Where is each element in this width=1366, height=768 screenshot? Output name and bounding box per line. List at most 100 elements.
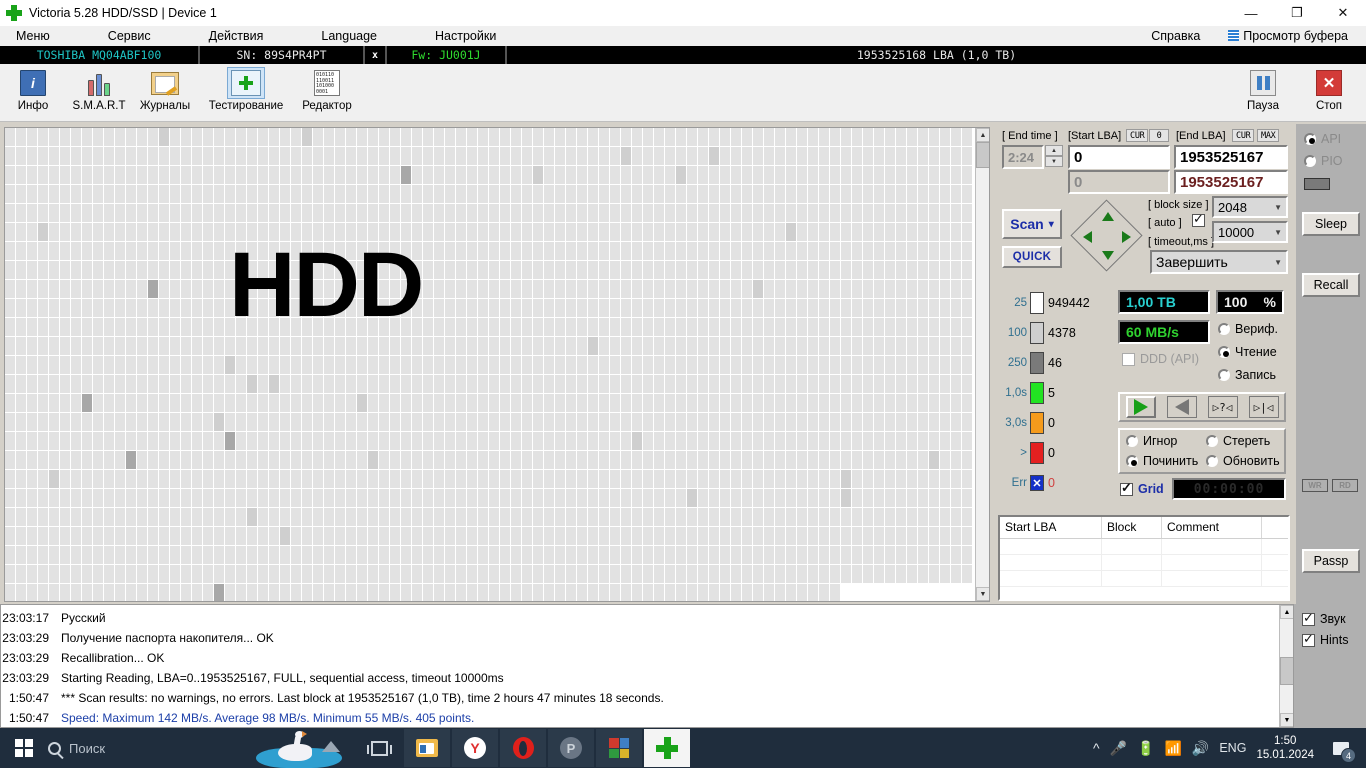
quick-button[interactable]: QUICK [1002,246,1062,268]
scroll-thumb[interactable] [976,142,989,168]
toolbar-stop-button[interactable]: ✕ Стоп [1296,67,1362,112]
menu-item-settings[interactable]: Настройки [425,28,506,44]
scan-button[interactable]: Scan ▾ [1002,209,1062,239]
dpad-up-icon[interactable] [1102,212,1114,221]
defect-table[interactable]: Start LBA Block Comment [998,515,1290,601]
ddd-api-checkbox[interactable]: DDD (API) [1122,352,1199,366]
editor-binary-icon: 010110 110011 101000 0001 [314,70,340,96]
chevron-down-icon: ▼ [1274,202,1282,212]
end-lba-max-button[interactable]: MAX [1257,129,1280,142]
taskbar-yandex-browser[interactable]: Y [452,729,498,767]
device-close-icon[interactable]: x [365,46,387,64]
table-row[interactable] [1000,555,1288,571]
menu-item-service[interactable]: Сервис [98,28,161,44]
block-size-select[interactable]: 2048 ▼ [1212,196,1288,218]
task-view-button[interactable] [358,728,400,768]
start-lba-cur-button[interactable]: CUR [1126,129,1149,142]
end-lba-input[interactable]: 1953525167 [1174,145,1288,169]
menu-item-language[interactable]: Language [311,28,387,44]
end-lba-secondary[interactable]: 1953525167 [1174,170,1288,194]
wr-button[interactable]: WR [1302,479,1328,492]
start-lba-input[interactable]: 0 [1068,145,1170,169]
clock[interactable]: 1:50 15.01.2024 [1256,734,1314,762]
taskbar-punto-switcher[interactable]: P [548,729,594,767]
recall-button[interactable]: Recall [1302,273,1360,297]
log-scrollbar[interactable]: ▲ ▼ [1279,605,1293,727]
volume-icon[interactable]: 🔊 [1192,740,1209,757]
scroll-up-icon[interactable]: ▲ [1280,605,1293,619]
taskbar-opera-browser[interactable] [500,729,546,767]
action-ignore-radio[interactable]: Игнор [1126,434,1177,448]
action-erase-radio[interactable]: Стереть [1206,434,1270,448]
toolbar-editor-button[interactable]: 010110 110011 101000 0001 Редактор [294,67,360,112]
play-forward-button[interactable] [1125,396,1156,418]
action-repair-radio[interactable]: Починить [1126,454,1198,468]
start-lba-zero-button[interactable]: 0 [1149,129,1169,142]
toolbar-testing-button[interactable]: Тестирование [198,67,294,112]
minimize-button[interactable]: — [1228,0,1274,26]
rd-button[interactable]: RD [1332,479,1358,492]
surface-map[interactable]: HDD ▲ ▼ [4,127,990,602]
play-backward-button[interactable] [1166,396,1197,418]
toolbar-info-button[interactable]: i Инфо [0,67,66,112]
table-row[interactable] [1000,539,1288,555]
maximize-button[interactable]: ❐ [1274,0,1320,26]
random-read-icon: ▷?◁ [1212,400,1233,414]
file-explorer-icon [416,739,438,757]
taskbar-search[interactable]: Поиск [48,741,248,756]
language-indicator[interactable]: ENG [1219,741,1246,755]
close-button[interactable]: ✕ [1320,0,1366,26]
microphone-icon[interactable]: 🎤 [1110,740,1127,757]
taskbar-file-explorer[interactable] [404,729,450,767]
scroll-down-icon[interactable]: ▼ [1280,713,1293,727]
defect-action-select[interactable]: Завершить ▼ [1150,250,1288,274]
end-lba-cur-button[interactable]: CUR [1232,129,1255,142]
end-time-spinner[interactable]: ▲ ▼ [1045,145,1063,167]
spinner-down-icon[interactable]: ▼ [1045,156,1063,167]
weather-widget[interactable] [248,728,358,768]
notification-center-button[interactable]: 4 [1324,728,1358,768]
passport-button[interactable]: Passp [1302,549,1360,573]
random-read-button[interactable]: ▷?◁ [1207,396,1238,418]
api-radio[interactable]: API [1304,132,1341,146]
taskbar-victoria[interactable] [644,729,690,767]
end-time-value[interactable]: 2:24 [1002,145,1044,169]
battery-icon[interactable]: 🔋 [1137,740,1154,757]
grid-checkbox[interactable]: Grid [1120,480,1164,496]
wifi-icon[interactable]: 📶 [1164,740,1181,757]
start-lba-secondary[interactable]: 0 [1068,170,1170,194]
toolbar-logs-button[interactable]: Журналы [132,67,198,112]
toolbar-pause-button[interactable]: Пауза [1230,67,1296,112]
timeout-select[interactable]: 10000 ▼ [1212,221,1288,243]
surface-map-cells[interactable] [5,128,975,601]
start-button[interactable] [0,728,48,768]
log-panel[interactable]: 23:03:17 Русский 23:03:29 Получение пасп… [0,604,1294,728]
scroll-down-icon[interactable]: ▼ [976,587,989,601]
scroll-thumb[interactable] [1280,657,1293,685]
hints-checkbox[interactable]: Hints [1302,631,1366,647]
pio-radio[interactable]: PIO [1304,154,1343,168]
dpad-left-icon[interactable] [1083,231,1092,243]
sleep-button[interactable]: Sleep [1302,212,1360,236]
action-refresh-radio[interactable]: Обновить [1206,454,1280,468]
buffer-view-button[interactable]: Просмотр буфера [1218,28,1358,44]
sound-checkbox[interactable]: Звук [1302,610,1366,626]
toolbar-smart-button[interactable]: S.M.A.R.T [66,67,132,112]
mode-read-radio[interactable]: Чтение [1218,345,1277,359]
surface-map-scrollbar[interactable]: ▲ ▼ [975,128,989,601]
taskbar-winrar[interactable] [596,729,642,767]
auto-checkbox[interactable] [1192,211,1205,227]
table-row[interactable] [1000,571,1288,587]
butterfly-read-button[interactable]: ▷|◁ [1248,396,1279,418]
menu-item-help[interactable]: Справка [1141,28,1210,44]
dpad-right-icon[interactable] [1122,231,1131,243]
tray-expand-icon[interactable]: ^ [1093,740,1100,756]
menu-item-actions[interactable]: Действия [199,28,274,44]
spinner-up-icon[interactable]: ▲ [1045,145,1063,156]
menu-item-menu[interactable]: Меню [6,28,60,44]
scroll-up-icon[interactable]: ▲ [976,128,989,142]
dpad-down-icon[interactable] [1102,251,1114,260]
mode-write-radio[interactable]: Запись [1218,368,1276,382]
direction-pad[interactable] [1070,199,1143,272]
mode-verify-radio[interactable]: Вериф. [1218,322,1278,336]
